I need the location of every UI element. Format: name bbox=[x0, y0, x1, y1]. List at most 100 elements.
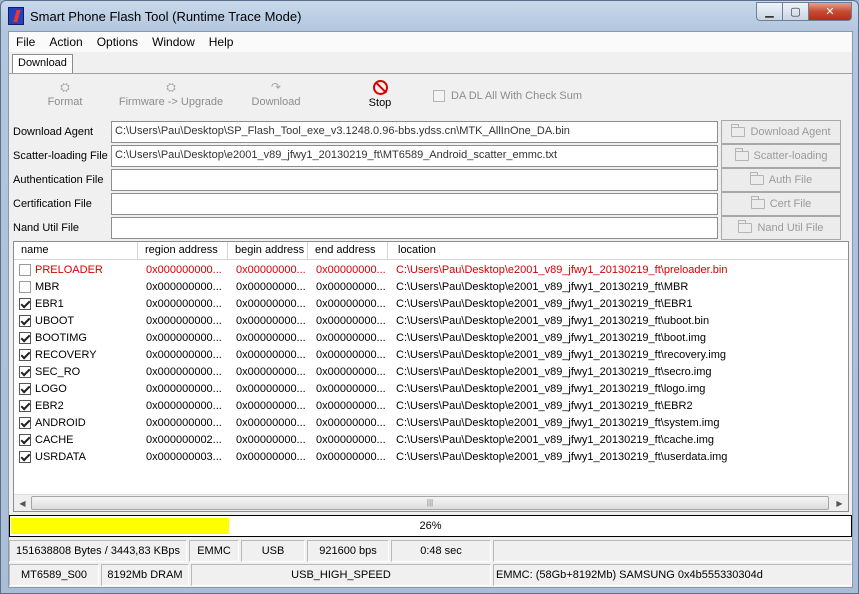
row-end: 0x00000000... bbox=[316, 297, 386, 310]
minimize-button[interactable]: ▁ bbox=[756, 2, 782, 21]
folder-icon bbox=[749, 172, 764, 185]
table-row[interactable]: CACHE 0x000000002... 0x00000000... 0x000000… bbox=[14, 431, 848, 448]
progress-text: 26% bbox=[419, 520, 442, 532]
row-checkbox[interactable] bbox=[19, 365, 31, 378]
menu-help[interactable]: Help bbox=[202, 35, 241, 49]
table-row[interactable]: PRELOADER 0x000000000... 0x00000000... 0x00… bbox=[14, 261, 848, 278]
row-checkbox[interactable] bbox=[19, 433, 31, 446]
row-location: C:\Users\Pau\Desktop\e2001_v89_jfwy1_201… bbox=[396, 416, 720, 429]
table-row[interactable]: BOOTIMG 0x000000000... 0x00000000... 0x0000… bbox=[14, 329, 848, 346]
close-button[interactable]: ✕ bbox=[808, 2, 852, 21]
row-end: 0x00000000... bbox=[316, 399, 386, 412]
cert-input[interactable] bbox=[111, 193, 718, 215]
row-checkbox[interactable] bbox=[19, 263, 31, 276]
status-empty bbox=[493, 540, 852, 562]
row-name-cell: LOGO bbox=[14, 382, 138, 395]
maximize-button[interactable]: ▢ bbox=[782, 2, 808, 21]
row-region: 0x000000000... bbox=[146, 331, 222, 344]
nand-input[interactable] bbox=[111, 217, 718, 239]
firmware-upgrade-button[interactable]: ⛭ Firmware -> Upgrade bbox=[117, 80, 225, 108]
status-storage: EMMC bbox=[189, 540, 239, 562]
scatter-button-label: Scatter-loading bbox=[753, 150, 828, 162]
field-row-download-agent: Download Agent C:\Users\Pau\Desktop\SP_F… bbox=[9, 120, 852, 144]
row-location: C:\Users\Pau\Desktop\e2001_v89_jfwy1_201… bbox=[396, 399, 693, 412]
table-row[interactable]: USRDATA 0x000000003... 0x00000000... 0x0000… bbox=[14, 448, 848, 465]
row-checkbox[interactable] bbox=[19, 450, 31, 463]
download-agent-button[interactable]: Download Agent bbox=[721, 120, 841, 144]
app-icon bbox=[8, 7, 24, 25]
cert-button[interactable]: Cert File bbox=[721, 192, 841, 216]
auth-label: Authentication File bbox=[13, 174, 104, 186]
stop-button[interactable]: Stop bbox=[359, 80, 401, 109]
row-checkbox[interactable] bbox=[19, 297, 31, 310]
scatter-input[interactable]: C:\Users\Pau\Desktop\e2001_v89_jfwy1_201… bbox=[111, 145, 718, 167]
row-name-cell: SEC_RO bbox=[14, 365, 138, 378]
menu-file[interactable]: File bbox=[9, 35, 42, 49]
tab-download[interactable]: Download bbox=[12, 54, 73, 73]
col-location[interactable]: location bbox=[388, 242, 848, 260]
row-name: SEC_RO bbox=[35, 365, 81, 378]
horizontal-scrollbar[interactable]: ◀ ||| ▶ bbox=[14, 494, 848, 511]
row-checkbox[interactable] bbox=[19, 399, 31, 412]
menu-window[interactable]: Window bbox=[145, 35, 202, 49]
checksum-checkbox[interactable] bbox=[433, 90, 445, 102]
row-end: 0x00000000... bbox=[316, 331, 386, 344]
row-location: C:\Users\Pau\Desktop\e2001_v89_jfwy1_201… bbox=[396, 433, 714, 446]
stop-icon bbox=[372, 80, 388, 95]
row-checkbox[interactable] bbox=[19, 331, 31, 344]
checksum-option[interactable]: DA DL All With Check Sum bbox=[433, 90, 582, 102]
table-row[interactable]: RECOVERY 0x000000000... 0x00000000... 0x000… bbox=[14, 346, 848, 363]
download-button[interactable]: ↷ Download bbox=[247, 80, 305, 108]
scatter-button[interactable]: Scatter-loading bbox=[721, 144, 841, 168]
row-region: 0x000000003... bbox=[146, 450, 222, 463]
auth-input[interactable] bbox=[111, 169, 718, 191]
table-row[interactable]: LOGO 0x000000000... 0x00000000... 0x0000000… bbox=[14, 380, 848, 397]
table-row[interactable]: SEC_RO 0x000000000... 0x00000000... 0x00000… bbox=[14, 363, 848, 380]
table-row[interactable]: ANDROID 0x000000000... 0x00000000... 0x0000… bbox=[14, 414, 848, 431]
download-agent-input[interactable]: C:\Users\Pau\Desktop\SP_Flash_Tool_exe_v… bbox=[111, 121, 718, 143]
col-name[interactable]: name bbox=[14, 242, 138, 260]
row-end: 0x00000000... bbox=[316, 450, 386, 463]
row-name: LOGO bbox=[35, 382, 67, 395]
scroll-right-icon[interactable]: ▶ bbox=[831, 495, 848, 511]
cert-label: Certification File bbox=[13, 198, 92, 210]
title-bar[interactable]: Smart Phone Flash Tool (Runtime Trace Mo… bbox=[1, 1, 858, 31]
field-row-cert: Certification File Cert File bbox=[9, 192, 852, 216]
row-name-cell: BOOTIMG bbox=[14, 331, 138, 344]
menu-options[interactable]: Options bbox=[90, 35, 145, 49]
download-agent-button-label: Download Agent bbox=[750, 126, 831, 138]
status-time: 0:48 sec bbox=[391, 540, 491, 562]
nand-button[interactable]: Nand Util File bbox=[721, 216, 841, 240]
row-end: 0x00000000... bbox=[316, 314, 386, 327]
row-location: C:\Users\Pau\Desktop\e2001_v89_jfwy1_201… bbox=[396, 348, 726, 361]
format-button[interactable]: ⛭ Format bbox=[39, 80, 91, 108]
client-area: File Action Options Window Help Download… bbox=[8, 31, 853, 588]
row-checkbox[interactable] bbox=[19, 416, 31, 429]
table-row[interactable]: MBR 0x000000000... 0x00000000... 0x00000000… bbox=[14, 278, 848, 295]
app-window: Smart Phone Flash Tool (Runtime Trace Mo… bbox=[0, 0, 859, 594]
row-name: EBR2 bbox=[35, 399, 64, 412]
table-row[interactable]: UBOOT 0x000000000... 0x00000000... 0x000000… bbox=[14, 312, 848, 329]
firmware-upgrade-label: Firmware -> Upgrade bbox=[118, 96, 224, 108]
col-begin[interactable]: begin address bbox=[228, 242, 308, 260]
row-region: 0x000000000... bbox=[146, 416, 222, 429]
row-checkbox[interactable] bbox=[19, 280, 31, 293]
row-begin: 0x00000000... bbox=[236, 399, 306, 412]
row-name-cell: ANDROID bbox=[14, 416, 138, 429]
menu-action[interactable]: Action bbox=[42, 35, 89, 49]
col-end[interactable]: end address bbox=[308, 242, 388, 260]
row-checkbox[interactable] bbox=[19, 348, 31, 361]
row-checkbox[interactable] bbox=[19, 382, 31, 395]
row-name: USRDATA bbox=[35, 450, 86, 463]
row-checkbox[interactable] bbox=[19, 314, 31, 327]
table-row[interactable]: EBR1 0x000000000... 0x00000000... 0x0000000… bbox=[14, 295, 848, 312]
scroll-left-icon[interactable]: ◀ bbox=[14, 495, 31, 511]
col-region[interactable]: region address bbox=[138, 242, 228, 260]
table-row[interactable]: EBR2 0x000000000... 0x00000000... 0x0000000… bbox=[14, 397, 848, 414]
status-port: USB bbox=[241, 540, 305, 562]
row-begin: 0x00000000... bbox=[236, 280, 306, 293]
status-bar-bottom: MT6589_S00 8192Mb DRAM USB_HIGH_SPEED EM… bbox=[9, 564, 852, 586]
auth-button[interactable]: Auth File bbox=[721, 168, 841, 192]
row-region: 0x000000000... bbox=[146, 280, 222, 293]
scroll-thumb[interactable]: ||| bbox=[31, 496, 829, 510]
